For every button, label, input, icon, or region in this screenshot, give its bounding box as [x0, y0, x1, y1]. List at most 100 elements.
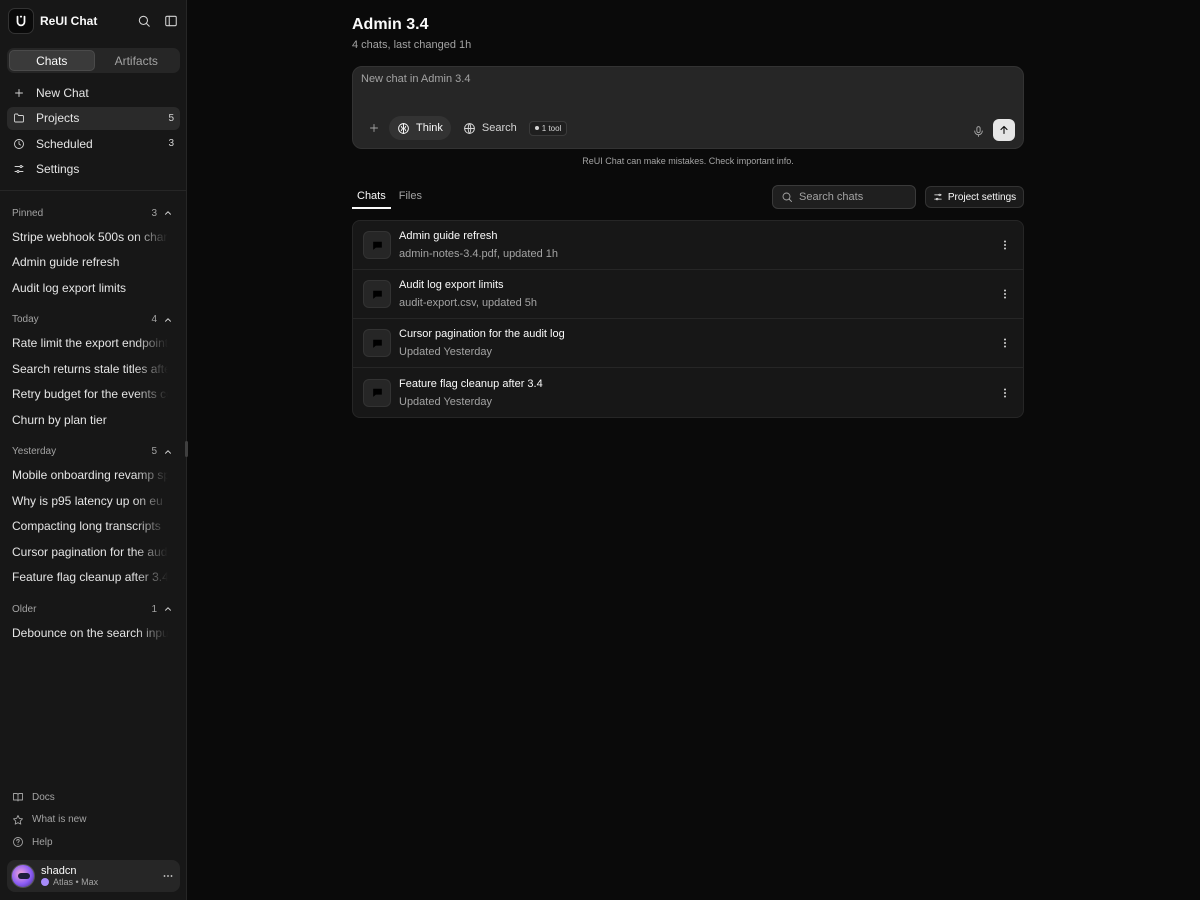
- plan-icon: [41, 878, 49, 886]
- history-item[interactable]: Admin guide refresh: [0, 250, 168, 276]
- search-icon[interactable]: [134, 12, 153, 31]
- arrow-up-icon: [1000, 125, 1008, 135]
- chevron-up-icon: [163, 315, 173, 325]
- nav-new-chat[interactable]: New Chat: [7, 81, 180, 104]
- footer-help[interactable]: Help: [7, 831, 180, 854]
- book-icon: [12, 791, 24, 803]
- sidebar: ReUI Chat Chats Artifacts New Chat Proje…: [0, 0, 188, 900]
- segment-artifacts[interactable]: Artifacts: [95, 50, 179, 71]
- composer-input[interactable]: [361, 73, 1001, 85]
- tool-count-badge[interactable]: 1 tool: [528, 120, 568, 136]
- page-title: Admin 3.4: [352, 16, 429, 33]
- group-header-today[interactable]: Today 4: [0, 309, 187, 331]
- project-settings-button[interactable]: Project settings: [925, 186, 1024, 208]
- more-vertical-icon[interactable]: [997, 337, 1013, 349]
- history-item[interactable]: Compacting long transcripts: [0, 514, 168, 540]
- footer-label: Docs: [32, 791, 55, 803]
- group-header-older[interactable]: Older 1: [0, 598, 187, 620]
- sidebar-toggle-icon[interactable]: [161, 12, 180, 31]
- history-item[interactable]: Mobile onboarding revamp spec: [0, 463, 168, 489]
- user-card[interactable]: shadcn Atlas • Max: [7, 860, 180, 892]
- tab-files[interactable]: Files: [394, 187, 427, 209]
- sidebar-footer-links: Docs What is new Help: [7, 786, 180, 854]
- sliders-icon: [13, 163, 27, 175]
- chat-row[interactable]: Cursor pagination for the audit log Upda…: [353, 319, 1023, 368]
- history-item[interactable]: Retry budget for the events consumer: [0, 382, 168, 408]
- search-chats-field: [772, 185, 916, 209]
- page-subtitle: 4 chats, last changed 1h: [352, 39, 472, 51]
- more-vertical-icon[interactable]: [997, 288, 1013, 300]
- project-settings-label: Project settings: [947, 191, 1017, 203]
- chat-title: Admin guide refresh: [399, 230, 498, 242]
- microphone-icon[interactable]: [972, 125, 985, 138]
- segment-chats[interactable]: Chats: [9, 50, 95, 71]
- message-square-icon: [363, 231, 391, 259]
- nav-settings[interactable]: Settings: [7, 158, 180, 181]
- chat-row[interactable]: Audit log export limits audit-export.csv…: [353, 270, 1023, 319]
- nav-label: Projects: [36, 111, 80, 125]
- composer-tools: Think Search 1 tool: [363, 116, 568, 140]
- history-item[interactable]: Churn by plan tier: [0, 407, 168, 433]
- nav-scheduled[interactable]: Scheduled 3: [7, 132, 180, 155]
- sidebar-nav: New Chat Projects 5 Scheduled 3 Settings: [7, 81, 180, 183]
- group-header-pinned[interactable]: Pinned 3: [0, 202, 187, 224]
- project-tabs: Chats Files: [352, 187, 430, 209]
- chat-title: Feature flag cleanup after 3.4: [399, 377, 543, 390]
- nav-projects[interactable]: Projects 5: [7, 106, 180, 130]
- footer-docs[interactable]: Docs: [7, 786, 180, 809]
- avatar: [11, 864, 35, 888]
- chat-row[interactable]: Feature flag cleanup after 3.4 Updated Y…: [353, 368, 1023, 417]
- group-label: Yesterday: [12, 446, 57, 457]
- user-plan: Atlas • Max: [41, 877, 98, 888]
- group-header-yesterday[interactable]: Yesterday 5: [0, 441, 187, 463]
- chat-row[interactable]: Admin guide refresh admin-notes-3.4.pdf,…: [353, 221, 1023, 270]
- app-logo-icon[interactable]: [8, 8, 34, 34]
- chat-meta: Updated Yesterday: [399, 395, 492, 408]
- send-button[interactable]: [993, 119, 1015, 141]
- clock-icon: [13, 138, 27, 150]
- sidebar-segmented-control: Chats Artifacts: [7, 48, 180, 73]
- history-item[interactable]: Stripe webhook 500s on charge: [0, 224, 168, 250]
- footer-label: What is new: [32, 814, 87, 826]
- group-count: 4: [151, 314, 157, 325]
- message-square-icon: [363, 378, 391, 407]
- brand-header: ReUI Chat: [8, 8, 180, 34]
- group-count: 1: [151, 603, 157, 615]
- group-count: 3: [151, 207, 157, 219]
- think-label: Think: [416, 122, 443, 134]
- more-vertical-icon[interactable]: [997, 239, 1013, 251]
- chat-title: Audit log export limits: [399, 279, 504, 291]
- more-vertical-icon[interactable]: [997, 387, 1013, 399]
- nav-label: New Chat: [36, 85, 89, 100]
- tool-badge-label: 1 tool: [541, 123, 562, 133]
- history-item[interactable]: Debounce on the search input: [0, 620, 168, 646]
- tab-chats[interactable]: Chats: [352, 187, 391, 209]
- history-item[interactable]: Feature flag cleanup after 3.4: [0, 565, 168, 591]
- group-label: Older: [12, 603, 37, 615]
- search-web-button[interactable]: Search: [455, 116, 525, 140]
- sliders-icon: [933, 192, 943, 202]
- chevron-up-icon: [163, 604, 173, 614]
- more-horizontal-icon[interactable]: [162, 870, 174, 882]
- footer-label: Help: [32, 836, 53, 848]
- chat-meta: audit-export.csv, updated 5h: [399, 297, 537, 309]
- plus-icon[interactable]: [363, 117, 385, 139]
- brain-icon: [397, 122, 410, 135]
- think-button[interactable]: Think: [389, 116, 451, 140]
- star-icon: [12, 814, 24, 826]
- group-count: 5: [151, 446, 157, 457]
- sidebar-divider: [0, 190, 187, 191]
- chat-meta: admin-notes-3.4.pdf, updated 1h: [399, 248, 559, 260]
- history-item[interactable]: Cursor pagination for the audit log: [0, 539, 168, 565]
- sidebar-scrollbar[interactable]: [185, 441, 188, 457]
- nav-label: Settings: [36, 162, 80, 176]
- history-item[interactable]: Search returns stale titles after: [0, 356, 168, 382]
- folder-icon: [13, 112, 27, 124]
- footer-whats-new[interactable]: What is new: [7, 809, 180, 832]
- nav-count: 3: [168, 138, 174, 149]
- history-item[interactable]: Why is p95 latency up on eu: [0, 488, 168, 514]
- message-square-icon: [363, 280, 391, 308]
- history-item[interactable]: Audit log export limits: [0, 275, 168, 301]
- search-chats-input[interactable]: [799, 191, 909, 203]
- history-item[interactable]: Rate limit the export endpoint: [0, 331, 168, 357]
